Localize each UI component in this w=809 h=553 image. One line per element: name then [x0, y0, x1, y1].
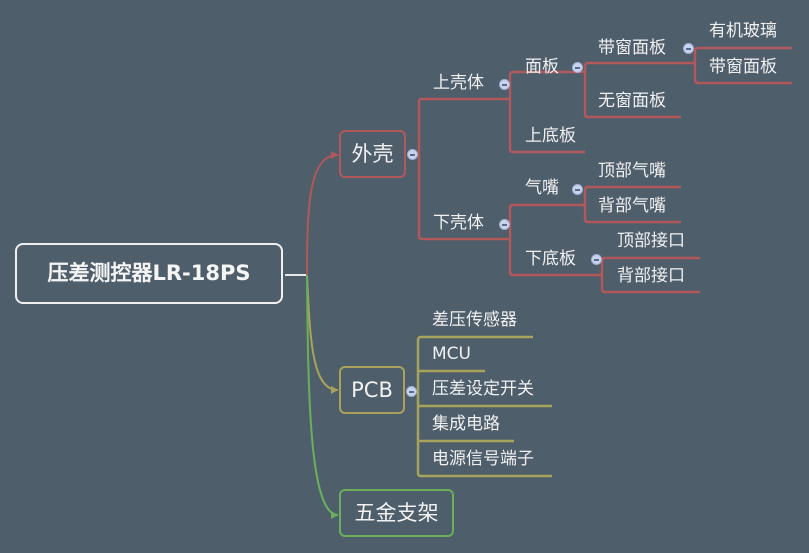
topic-pcb-label: PCB [351, 377, 393, 402]
topic-pcb[interactable]: PCB [339, 366, 405, 414]
subtopic-no-window-panel[interactable]: 无窗面板 [598, 93, 666, 110]
collapse-icon[interactable] [572, 184, 583, 195]
root-topic-label: 压差测控器LR-18PS [47, 261, 251, 285]
subtopic-top-port[interactable]: 顶部接口 [617, 233, 685, 250]
subtopic-upper-shell[interactable]: 上壳体 [433, 75, 484, 92]
branch-line-shell [306, 154, 339, 276]
topic-shell[interactable]: 外壳 [339, 130, 406, 178]
subtopic-lower-base[interactable]: 下底板 [525, 251, 576, 268]
subtopic-pressure-switch[interactable]: 压差设定开关 [432, 381, 534, 398]
subtopic-mcu[interactable]: MCU [432, 346, 471, 363]
root-topic[interactable]: 压差测控器LR-18PS [15, 243, 283, 304]
topic-hardware[interactable]: 五金支架 [339, 489, 454, 537]
collapse-icon[interactable] [407, 149, 418, 160]
arrow-shell [331, 151, 338, 159]
subtopic-lower-shell[interactable]: 下壳体 [433, 215, 484, 232]
arrow-hardware [331, 511, 338, 519]
subtopic-nozzle[interactable]: 气嘴 [525, 180, 559, 197]
subtopic-acrylic[interactable]: 有机玻璃 [709, 23, 777, 40]
topic-hardware-label: 五金支架 [354, 500, 439, 525]
collapse-icon[interactable] [499, 219, 510, 230]
collapse-icon[interactable] [683, 43, 694, 54]
subtopic-power-terminal[interactable]: 电源信号端子 [432, 451, 534, 468]
collapse-icon[interactable] [591, 254, 602, 265]
subtopic-upper-base[interactable]: 上底板 [525, 128, 576, 145]
collapse-icon[interactable] [406, 386, 417, 397]
subtopic-back-port[interactable]: 背部接口 [617, 268, 685, 285]
subtopic-top-nozzle[interactable]: 顶部气嘴 [598, 163, 666, 180]
branch-line-pcb [306, 274, 339, 391]
branch-line-hardware [306, 274, 339, 516]
subtopic-window-panel-child[interactable]: 带窗面板 [709, 59, 777, 76]
collapse-icon[interactable] [572, 62, 583, 73]
subtopic-integrated-circuit[interactable]: 集成电路 [432, 416, 500, 433]
subtopic-window-panel[interactable]: 带窗面板 [598, 40, 666, 57]
subtopic-panel[interactable]: 面板 [525, 59, 559, 76]
arrow-pcb [331, 386, 338, 394]
subtopic-pressure-sensor[interactable]: 差压传感器 [432, 312, 517, 329]
topic-shell-label: 外壳 [351, 141, 394, 166]
collapse-icon[interactable] [499, 79, 510, 90]
subtopic-back-nozzle[interactable]: 背部气嘴 [598, 198, 666, 215]
